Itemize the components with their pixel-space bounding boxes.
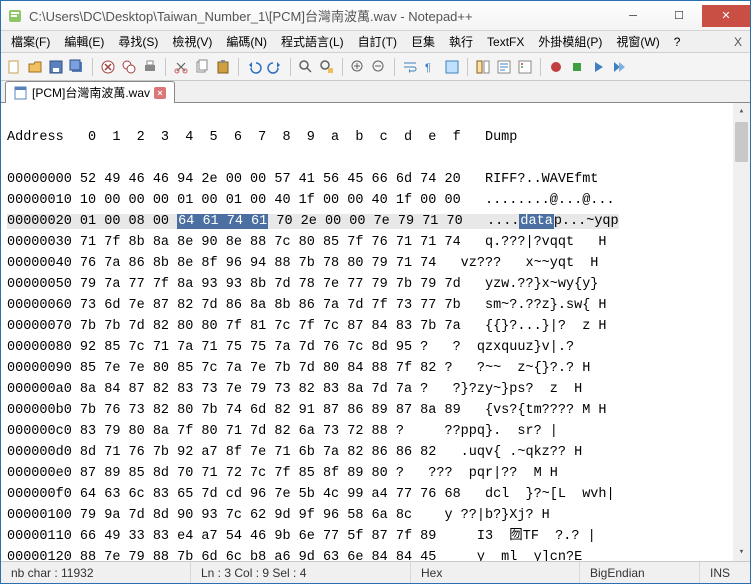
scroll-up-icon[interactable]: ▴ xyxy=(733,103,750,120)
hex-row[interactable]: 00000100 79 9a 7d 8d 90 93 7c 62 9d 9f 9… xyxy=(7,505,750,526)
hex-row[interactable]: 000000a0 8a 84 87 82 83 73 7e 79 73 82 8… xyxy=(7,379,750,400)
zoom-out-icon[interactable] xyxy=(370,58,388,76)
macro-playmulti-icon[interactable] xyxy=(610,58,628,76)
hex-row[interactable]: 000000d0 8d 71 76 7b 92 a7 8f 7e 71 6b 7… xyxy=(7,442,750,463)
scroll-thumb[interactable] xyxy=(735,122,748,162)
menu-file[interactable]: 檔案(F) xyxy=(5,31,56,52)
hex-row[interactable]: 000000c0 83 79 80 8a 7f 80 71 7d 82 6a 7… xyxy=(7,421,750,442)
folder-panel-icon[interactable] xyxy=(516,58,534,76)
wordwrap-icon[interactable] xyxy=(401,58,419,76)
menu-edit[interactable]: 編輯(E) xyxy=(58,31,110,52)
menu-macro[interactable]: 巨集 xyxy=(405,31,441,52)
paste-icon[interactable] xyxy=(214,58,232,76)
hex-row[interactable]: 00000000 52 49 46 46 94 2e 00 00 57 41 5… xyxy=(7,169,750,190)
hex-row[interactable]: 000000e0 87 89 85 8d 70 71 72 7c 7f 85 8… xyxy=(7,463,750,484)
dump-selection: data xyxy=(519,214,553,229)
tab-close-icon[interactable]: × xyxy=(154,87,166,99)
doc-map-icon[interactable] xyxy=(474,58,492,76)
hex-header: Address 0 1 2 3 4 5 6 7 8 9 a b c d e f … xyxy=(7,127,750,148)
toolbar: ¶ xyxy=(1,53,750,81)
save-icon[interactable] xyxy=(47,58,65,76)
close-file-icon[interactable] xyxy=(99,58,117,76)
vertical-scrollbar[interactable]: ▴ ▾ xyxy=(733,103,750,561)
hex-row[interactable]: 00000110 66 49 33 83 e4 a7 54 46 9b 6e 7… xyxy=(7,526,750,547)
tab-bar: [PCM]台灣南波萬.wav × xyxy=(1,81,750,103)
hex-row[interactable]: 00000040 76 7a 86 8b 8e 8f 96 94 88 7b 7… xyxy=(7,253,750,274)
menu-plugins[interactable]: 外掛模組(P) xyxy=(532,31,608,52)
close-button[interactable]: ✕ xyxy=(702,5,750,27)
status-position: Ln : 3 Col : 9 Sel : 4 xyxy=(191,562,411,583)
find-icon[interactable] xyxy=(297,58,315,76)
menu-x-icon[interactable]: X xyxy=(734,35,742,49)
menu-encoding[interactable]: 編碼(N) xyxy=(220,31,273,52)
hex-row[interactable]: 000000f0 64 63 6c 83 65 7d cd 96 7e 5b 4… xyxy=(7,484,750,505)
svg-text:¶: ¶ xyxy=(425,62,431,74)
undo-icon[interactable] xyxy=(245,58,263,76)
menu-run[interactable]: 執行 xyxy=(443,31,479,52)
hex-selection: 64 61 74 61 xyxy=(177,214,268,229)
macro-stop-icon[interactable] xyxy=(568,58,586,76)
menu-settings[interactable]: 自訂(T) xyxy=(352,31,403,52)
menu-bar: 檔案(F) 編輯(E) 尋找(S) 檢視(V) 編碼(N) 程式語言(L) 自訂… xyxy=(1,31,750,53)
status-chars: nb char : 11932 xyxy=(1,562,191,583)
hex-row[interactable]: 00000120 88 7e 79 88 7b 6d 6c b8 a6 9d 6… xyxy=(7,547,750,561)
indent-guide-icon[interactable] xyxy=(443,58,461,76)
maximize-button[interactable]: ☐ xyxy=(656,5,702,27)
save-all-icon[interactable] xyxy=(68,58,86,76)
menu-textfx[interactable]: TextFX xyxy=(481,33,530,51)
hex-row[interactable]: 00000080 92 85 7c 71 7a 71 75 75 7a 7d 7… xyxy=(7,337,750,358)
zoom-in-icon[interactable] xyxy=(349,58,367,76)
function-list-icon[interactable] xyxy=(495,58,513,76)
menu-language[interactable]: 程式語言(L) xyxy=(275,31,350,52)
tab-label: [PCM]台灣南波萬.wav xyxy=(32,84,150,101)
file-icon xyxy=(14,86,28,100)
title-bar: C:\Users\DC\Desktop\Taiwan_Number_1\[PCM… xyxy=(1,1,750,31)
hex-row[interactable]: 00000070 7b 7b 7d 82 80 80 7f 81 7c 7f 7… xyxy=(7,316,750,337)
hex-row[interactable]: 00000050 79 7a 77 7f 8a 93 93 8b 7d 78 7… xyxy=(7,274,750,295)
copy-icon[interactable] xyxy=(193,58,211,76)
open-file-icon[interactable] xyxy=(26,58,44,76)
macro-play-icon[interactable] xyxy=(589,58,607,76)
replace-icon[interactable] xyxy=(318,58,336,76)
macro-record-icon[interactable] xyxy=(547,58,565,76)
print-icon[interactable] xyxy=(141,58,159,76)
hex-row[interactable]: 00000020 01 00 08 00 64 61 74 61 70 2e 0… xyxy=(7,211,750,232)
hex-row[interactable]: 000000b0 7b 76 73 82 80 7b 74 6d 82 91 8… xyxy=(7,400,750,421)
status-endian: BigEndian xyxy=(580,562,700,583)
status-bar: nb char : 11932 Ln : 3 Col : 9 Sel : 4 H… xyxy=(1,561,750,583)
scroll-down-icon[interactable]: ▾ xyxy=(733,544,750,561)
close-all-icon[interactable] xyxy=(120,58,138,76)
tab-active[interactable]: [PCM]台灣南波萬.wav × xyxy=(5,81,175,103)
new-file-icon[interactable] xyxy=(5,58,23,76)
redo-icon[interactable] xyxy=(266,58,284,76)
hex-row[interactable]: 00000060 73 6d 7e 87 82 7d 86 8a 8b 86 7… xyxy=(7,295,750,316)
hex-row[interactable]: 00000090 85 7e 7e 80 85 7c 7a 7e 7b 7d 8… xyxy=(7,358,750,379)
menu-search[interactable]: 尋找(S) xyxy=(112,31,164,52)
status-ins: INS xyxy=(700,562,750,583)
hex-row[interactable]: 00000010 10 00 00 00 01 00 01 00 40 1f 0… xyxy=(7,190,750,211)
window-title: C:\Users\DC\Desktop\Taiwan_Number_1\[PCM… xyxy=(29,6,610,25)
menu-view[interactable]: 檢視(V) xyxy=(166,31,218,52)
menu-window[interactable]: 視窗(W) xyxy=(610,31,665,52)
hex-row[interactable]: 00000030 71 7f 8b 8a 8e 90 8e 88 7c 80 8… xyxy=(7,232,750,253)
menu-help[interactable]: ? xyxy=(668,33,687,51)
app-icon xyxy=(7,8,23,24)
show-all-chars-icon[interactable]: ¶ xyxy=(422,58,440,76)
hex-editor[interactable]: Address 0 1 2 3 4 5 6 7 8 9 a b c d e f … xyxy=(1,103,750,561)
cut-icon[interactable] xyxy=(172,58,190,76)
minimize-button[interactable]: ─ xyxy=(610,5,656,27)
status-mode: Hex xyxy=(411,562,580,583)
